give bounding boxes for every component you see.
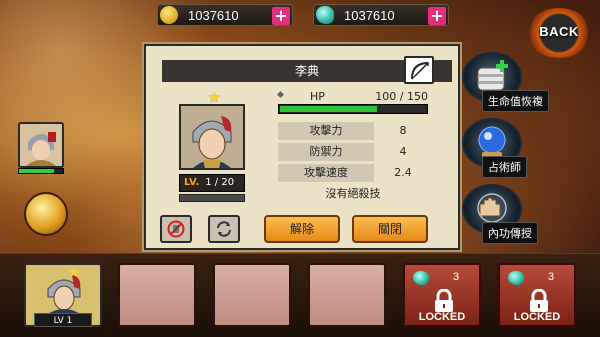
close-button[interactable]: 關閉: [352, 215, 428, 243]
add-gold-button[interactable]: +: [272, 7, 290, 25]
hero-slot-empty[interactable]: [308, 263, 386, 327]
bow-icon: [411, 62, 429, 80]
remove-hero-button[interactable]: [160, 215, 192, 243]
weapon-bow-button[interactable]: [404, 56, 434, 84]
internal-skill-button[interactable]: 內功傳授: [462, 184, 538, 244]
unlock-cost: 3: [548, 271, 555, 283]
gem-currency: 1037610 +: [313, 4, 449, 26]
slot-star-icon: ★: [67, 265, 80, 281]
ultimate-skill-text: 沒有絕殺技: [325, 187, 381, 200]
gem-icon: [508, 271, 524, 285]
hp-bar-fill: [280, 106, 377, 112]
hero-level-box: LV. 1 / 20: [179, 174, 245, 192]
swap-hero-button[interactable]: [208, 215, 240, 243]
fortune-teller-label: 占術師: [482, 156, 527, 178]
level-label: LV.: [184, 177, 200, 188]
no-entry-icon: [167, 220, 185, 238]
hp-bullet-icon: [276, 90, 285, 99]
stat-value: 4: [399, 145, 407, 158]
team-member-avatar[interactable]: [18, 122, 64, 168]
gem-icon: [413, 271, 429, 285]
internal-skill-label: 內功傳授: [482, 222, 538, 244]
back-button[interactable]: BACK: [527, 8, 591, 58]
gold-warrior-medal-icon[interactable]: [24, 192, 68, 236]
stat-row-attack: 攻擊力 8: [278, 122, 428, 140]
level-value: 1 / 20: [205, 177, 235, 188]
fortune-teller-button[interactable]: 占術師: [462, 118, 527, 178]
lock-icon: [435, 289, 453, 312]
hp-label: HP: [310, 90, 325, 103]
stat-name: 攻擊力: [278, 122, 374, 140]
hp-value: 100 / 150: [375, 90, 428, 103]
hero-slot-locked[interactable]: 3 LOCKED: [498, 263, 576, 327]
hp-bar: [278, 104, 428, 114]
hero-slot-active[interactable]: ★ LV 1: [24, 263, 102, 327]
stat-value: 8: [399, 124, 407, 137]
back-button-label: BACK: [539, 24, 579, 39]
hero-slot-empty[interactable]: [118, 263, 196, 327]
lock-icon: [530, 289, 548, 312]
team-member-hp-bar: [18, 168, 64, 174]
hp-row: HP 100 / 150: [276, 90, 428, 104]
gold-amount: 1037610: [188, 8, 239, 23]
gem-icon: [316, 6, 334, 24]
stat-value: 2.4: [394, 166, 412, 179]
heal-button[interactable]: 生命值恢複: [462, 52, 549, 112]
unlock-cost: 3: [453, 271, 460, 283]
dismiss-button[interactable]: 解除: [264, 215, 340, 243]
hero-slot-empty[interactable]: [213, 263, 291, 327]
team-member-hp-fill: [19, 169, 55, 173]
stat-row-attack-speed: 攻擊速度 2.4: [278, 164, 428, 182]
gold-coin-icon: [160, 6, 178, 24]
gold-currency: 1037610 +: [157, 4, 293, 26]
hero-slot-portrait: [46, 275, 82, 315]
slot-level-tag: LV 1: [34, 313, 92, 327]
gem-amount: 1037610: [344, 8, 395, 23]
stat-row-defense: 防禦力 4: [278, 143, 428, 161]
experience-bar: [179, 194, 245, 202]
heal-button-label: 生命值恢複: [482, 90, 549, 112]
hero-detail-dialog: 李典 ★ LV. 1 / 20 HP 100 / 150 攻擊力 8 防禦力 4…: [144, 44, 460, 250]
locked-label: LOCKED: [418, 311, 466, 323]
hero-portrait: [179, 104, 245, 170]
add-gem-button[interactable]: +: [428, 7, 446, 25]
stat-name: 攻擊速度: [278, 164, 374, 182]
locked-label: LOCKED: [513, 311, 561, 323]
hero-slot-locked[interactable]: 3 LOCKED: [403, 263, 481, 327]
refresh-icon: [217, 221, 231, 237]
stat-name: 防禦力: [278, 143, 374, 161]
